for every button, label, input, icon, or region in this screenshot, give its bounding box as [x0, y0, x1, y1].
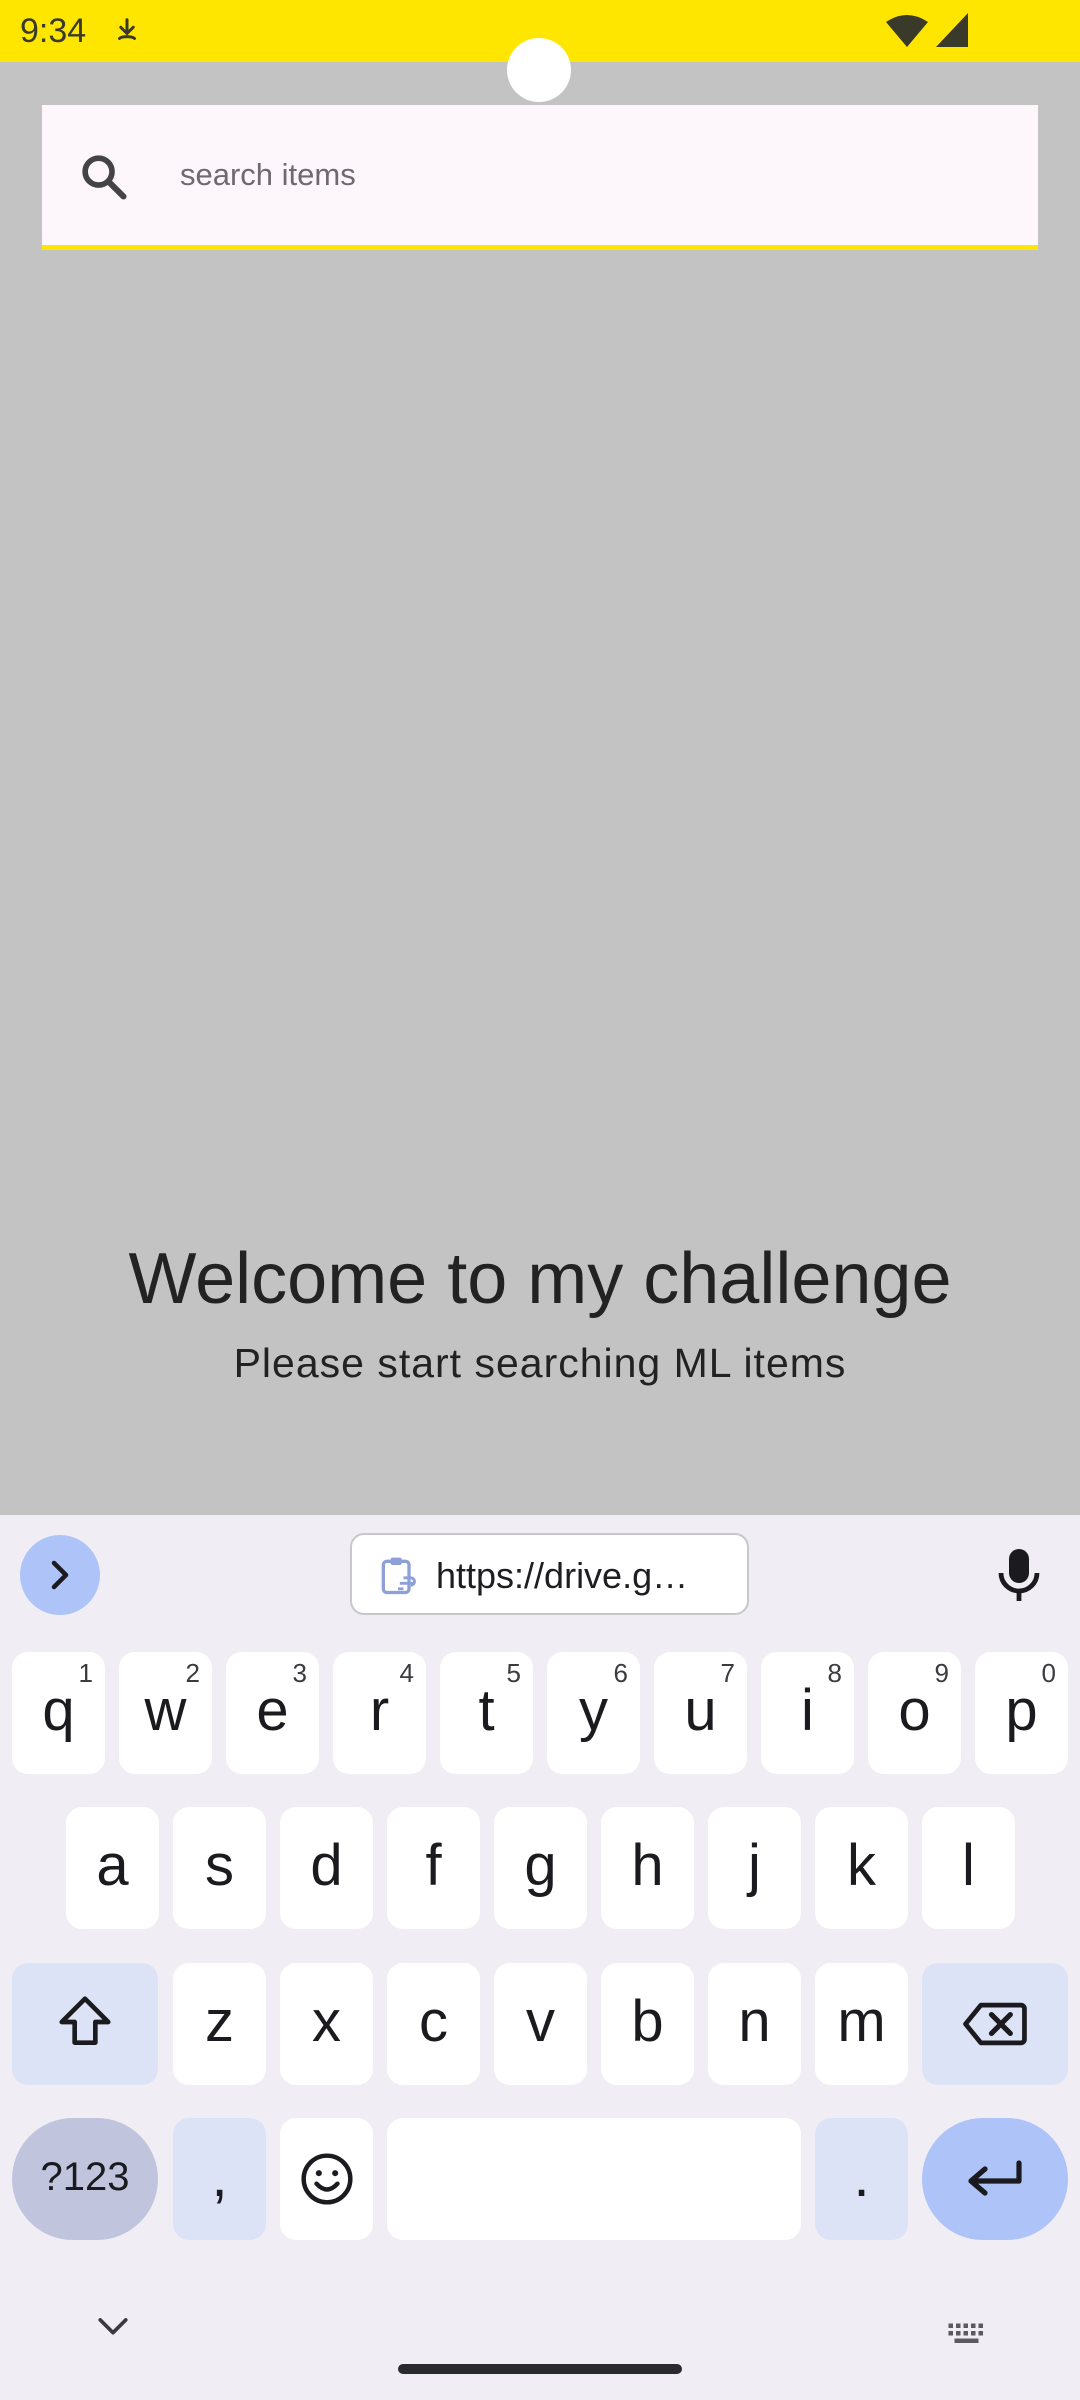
enter-arrow-icon — [968, 2160, 1022, 2196]
download-progress-icon — [112, 16, 142, 51]
key-w[interactable]: w2 — [119, 1652, 212, 1774]
key-f[interactable]: f — [387, 1807, 480, 1929]
key-q[interactable]: q1 — [12, 1652, 105, 1774]
key-e[interactable]: e3 — [226, 1652, 319, 1774]
key-p[interactable]: p0 — [975, 1652, 1068, 1774]
emoji-icon — [300, 2153, 353, 2205]
key-j[interactable]: j — [708, 1807, 801, 1929]
wifi-icon — [885, 14, 929, 53]
key-s[interactable]: s — [173, 1807, 266, 1929]
period-key[interactable]: . — [815, 2118, 908, 2240]
key-x[interactable]: x — [280, 1963, 373, 2085]
symbols-key[interactable]: ?123 — [12, 2118, 158, 2240]
key-b[interactable]: b — [601, 1963, 694, 2085]
key-k[interactable]: k — [815, 1807, 908, 1929]
key-r[interactable]: r4 — [333, 1652, 426, 1774]
enter-key[interactable] — [922, 2118, 1068, 2240]
keyboard-switch-icon[interactable] — [947, 2322, 989, 2351]
clipboard-suggestion-text: https://drive.g… — [436, 1555, 689, 1596]
key-u[interactable]: u7 — [654, 1652, 747, 1774]
backspace-icon — [963, 2002, 1027, 2046]
key-v[interactable]: v — [494, 1963, 587, 2085]
status-time: 9:34 — [20, 12, 87, 50]
key-g[interactable]: g — [494, 1807, 587, 1929]
clipboard-suggestion-chip[interactable]: https://drive.g… — [350, 1533, 749, 1615]
welcome-title: Welcome to my challenge — [128, 1239, 952, 1319]
hide-keyboard-chevron-down-icon[interactable] — [96, 2316, 130, 2343]
welcome-subtitle: Please start searching ML items — [233, 1340, 847, 1386]
search-input[interactable] — [180, 145, 980, 205]
search-icon[interactable] — [78, 151, 130, 208]
front-camera-cutout — [507, 38, 571, 102]
keyboard-toolbar-expand-button[interactable] — [20, 1535, 100, 1615]
emoji-key[interactable] — [280, 2118, 373, 2240]
key-h[interactable]: h — [601, 1807, 694, 1929]
key-a[interactable]: a — [66, 1807, 159, 1929]
key-t[interactable]: t5 — [440, 1652, 533, 1774]
key-d[interactable]: d — [280, 1807, 373, 1929]
gesture-navigation-handle[interactable] — [398, 2364, 682, 2374]
space-key[interactable] — [387, 2118, 801, 2240]
shift-key[interactable] — [12, 1963, 158, 2085]
cell-signal-icon — [935, 12, 969, 53]
key-i[interactable]: i8 — [761, 1652, 854, 1774]
search-bar[interactable] — [42, 105, 1038, 250]
key-o[interactable]: o9 — [868, 1652, 961, 1774]
key-z[interactable]: z — [173, 1963, 266, 2085]
clipboard-link-icon — [376, 1553, 420, 1604]
key-l[interactable]: l — [922, 1807, 1015, 1929]
comma-key[interactable]: , — [173, 2118, 266, 2240]
key-n[interactable]: n — [708, 1963, 801, 2085]
key-c[interactable]: c — [387, 1963, 480, 2085]
backspace-key[interactable] — [922, 1963, 1068, 2085]
key-m[interactable]: m — [815, 1963, 908, 2085]
key-y[interactable]: y6 — [547, 1652, 640, 1774]
microphone-icon[interactable] — [995, 1545, 1043, 1610]
chevron-right-icon — [51, 1560, 69, 1590]
soft-keyboard: https://drive.g… q1 w2 e3 r4 t5 y6 u7 i8… — [0, 1515, 1080, 2400]
shift-arrow-icon — [59, 1996, 111, 2045]
